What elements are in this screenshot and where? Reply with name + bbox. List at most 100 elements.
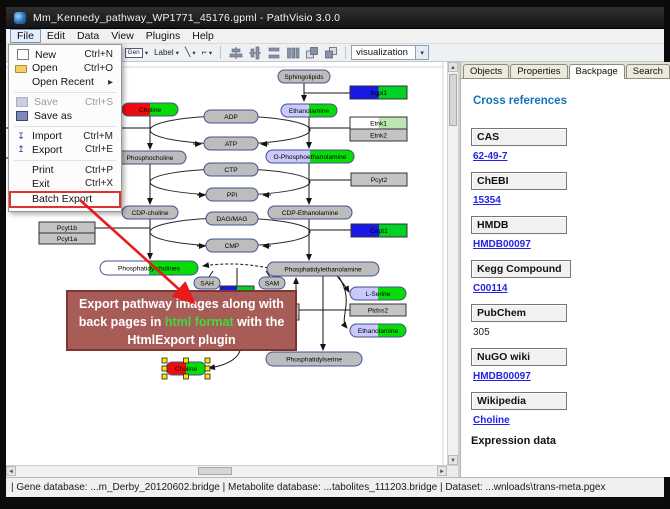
tab-backpage[interactable]: Backpage — [569, 64, 625, 79]
scroll-right-icon[interactable]: ► — [437, 466, 447, 476]
selection-handle[interactable] — [205, 358, 210, 363]
distribute-vertical-button[interactable] — [265, 45, 282, 61]
xref-link[interactable]: HMDB00097 — [473, 371, 670, 382]
menu-item-print[interactable]: PrintCtrl+P — [11, 164, 119, 178]
node-cmp[interactable]: CMP — [206, 239, 258, 252]
selection-handle[interactable] — [162, 374, 167, 379]
node-phosphatidylcholines[interactable]: Phosphatidylcholines — [100, 261, 198, 275]
node-phosphocholine[interactable]: Phosphocholine — [114, 151, 186, 164]
menubar-item-file[interactable]: File — [10, 29, 41, 43]
menubar-item-help[interactable]: Help — [186, 29, 220, 43]
selection-handle[interactable] — [184, 374, 189, 379]
node-adp[interactable]: ADP — [204, 110, 258, 123]
scroll-left-icon[interactable]: ◄ — [6, 466, 16, 476]
menu-icon-spacer — [15, 193, 27, 205]
node-etnk1[interactable]: Etnk1 — [350, 117, 407, 129]
scroll-down-icon[interactable]: ▼ — [448, 455, 458, 465]
app-icon — [14, 12, 26, 24]
node-cdp-choline[interactable]: CDP-choline — [122, 206, 178, 219]
horizontal-scroll-thumb[interactable] — [198, 467, 232, 475]
menu-item-export[interactable]: ExportCtrl+E — [11, 143, 119, 157]
node-ptdss2[interactable]: Ptdss2 — [350, 304, 406, 316]
node-label-pcyt1b: Pcyt1b — [57, 225, 77, 232]
align-center-vertical-icon — [248, 46, 262, 60]
node-pcyt1a[interactable]: Pcyt1a — [39, 233, 95, 244]
import-icon — [15, 130, 27, 142]
node-dag-mag[interactable]: DAG/MAG — [206, 212, 258, 225]
menubar-item-data[interactable]: Data — [71, 29, 105, 43]
node-o-phosphoethanolamine[interactable]: O-Phosphoethanolamine — [266, 150, 354, 163]
gene-datanode-tool-button[interactable]: Gen ▾ — [123, 45, 151, 61]
menu-item-exit[interactable]: ExitCtrl+X — [11, 177, 119, 191]
xref-db-header: HMDB — [471, 216, 567, 234]
node-sam[interactable]: SAM — [259, 277, 285, 289]
line-tool-button[interactable]: ╲ ▾ — [183, 45, 198, 61]
cross-references-list: CAS62-49-7ChEBI15354HMDBHMDB00097Kegg Co… — [471, 127, 670, 426]
node-label-pcyt2: Pcyt2 — [371, 177, 388, 184]
node-phosphatidylethanolamine[interactable]: Phosphatidylethanolamine — [267, 262, 379, 276]
align-center-vertical-button[interactable] — [246, 45, 263, 61]
bring-to-front-button[interactable] — [303, 45, 320, 61]
selection-handle[interactable] — [184, 358, 189, 363]
tab-objects[interactable]: Objects — [463, 64, 509, 78]
node-ethanolamine-top[interactable]: Ethanolamine — [281, 104, 337, 117]
selection-handle[interactable] — [162, 358, 167, 363]
node-phosphatidylserine[interactable]: Phosphatidylserine — [266, 352, 362, 366]
menu-item-new[interactable]: NewCtrl+N — [11, 48, 119, 62]
xref-link[interactable]: Choline — [473, 415, 670, 426]
xref-link[interactable]: 62-49-7 — [473, 151, 670, 162]
menu-separator — [14, 160, 116, 161]
xref-section-pubchem: PubChem305 — [471, 303, 670, 338]
scroll-up-icon[interactable]: ▲ — [448, 62, 458, 72]
node-sphingolipids[interactable]: Sphingolipids — [278, 70, 330, 83]
node-ethanolamine-bottom[interactable]: Ethanolamine — [350, 324, 406, 337]
menubar-item-edit[interactable]: Edit — [41, 29, 71, 43]
toolbar-separator — [345, 46, 346, 59]
menu-item-save-as[interactable]: Save as — [11, 109, 119, 123]
tab-properties[interactable]: Properties — [510, 64, 567, 78]
send-to-back-button[interactable] — [322, 45, 339, 61]
label-icon: Label — [154, 49, 174, 57]
xref-link[interactable]: 15354 — [473, 195, 670, 206]
connector-tool-button[interactable]: ⌐ ▾ — [200, 45, 215, 61]
menu-item-shortcut: Ctrl+E — [85, 144, 113, 155]
selection-handle[interactable] — [205, 374, 210, 379]
menu-item-save[interactable]: SaveCtrl+S — [11, 96, 119, 110]
align-center-horizontal-button[interactable] — [227, 45, 244, 61]
vertical-scrollbar[interactable]: ▲ ▼ — [447, 62, 458, 465]
menu-item-label: Save as — [34, 110, 72, 122]
node-cept1[interactable]: Cept1 — [351, 224, 407, 237]
visualization-combobox[interactable]: visualization ▾ — [351, 45, 429, 60]
xref-db-header: NuGO wiki — [471, 348, 567, 366]
node-atp[interactable]: ATP — [204, 137, 258, 150]
selection-handle[interactable] — [162, 366, 167, 371]
node-cdp-ethanolamine[interactable]: CDP-Ethanolamine — [268, 206, 352, 219]
node-pcyt1b[interactable]: Pcyt1b — [39, 222, 95, 233]
node-label-phosphatidylcholines: Phosphatidylcholines — [118, 265, 181, 272]
node-l-serine[interactable]: L-Serine — [350, 287, 406, 300]
menu-item-batch-export[interactable]: Batch Export — [11, 193, 119, 207]
menubar-item-plugins[interactable]: Plugins — [140, 29, 186, 43]
vertical-scroll-thumb[interactable] — [449, 74, 457, 126]
node-pcyt2[interactable]: Pcyt2 — [351, 173, 407, 186]
xref-link[interactable]: HMDB00097 — [473, 239, 670, 250]
node-etnk2[interactable]: Etnk2 — [350, 129, 407, 141]
menubar-item-view[interactable]: View — [105, 29, 140, 43]
menu-item-import[interactable]: ImportCtrl+M — [11, 130, 119, 144]
selection-handle[interactable] — [205, 366, 210, 371]
node-sgpl1[interactable]: Sgpl1 — [350, 86, 407, 99]
distribute-horizontal-button[interactable] — [284, 45, 301, 61]
menu-item-open-recent[interactable]: Open Recent▶ — [11, 75, 119, 89]
menu-item-open[interactable]: OpenCtrl+O — [11, 62, 119, 76]
xref-link[interactable]: C00114 — [473, 283, 670, 294]
node-ppi[interactable]: PPi — [206, 188, 258, 201]
node-choline-selected[interactable]: Choline — [162, 358, 210, 379]
tab-search[interactable]: Search — [626, 64, 670, 78]
node-choline-top[interactable]: Choline — [122, 103, 178, 116]
node-sah[interactable]: SAH — [194, 277, 220, 289]
window-title: Mm_Kennedy_pathway_WP1771_45176.gpml - P… — [33, 12, 340, 24]
label-tool-button[interactable]: Label ▾ — [152, 45, 181, 61]
xref-section-hmdb: HMDB HMDB00097 — [471, 215, 670, 250]
horizontal-scrollbar[interactable]: ◄ ► — [6, 466, 447, 477]
node-ctp[interactable]: CTP — [204, 163, 258, 176]
